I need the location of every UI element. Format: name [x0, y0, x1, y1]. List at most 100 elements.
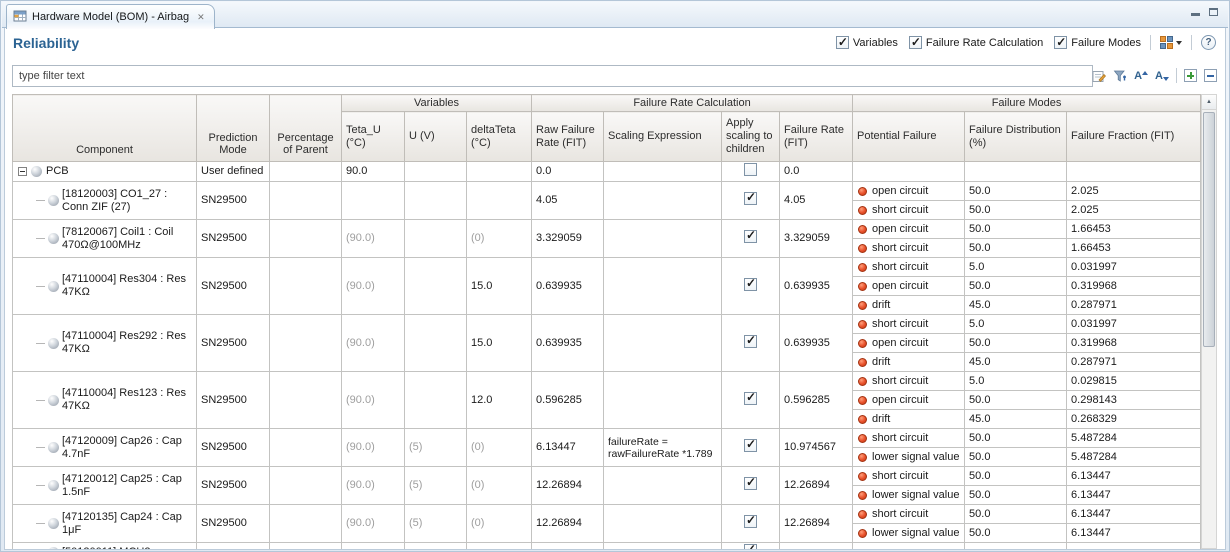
cell-failure-rate: 4.05 — [780, 182, 853, 220]
checkbox-icon[interactable] — [836, 36, 849, 49]
column-header-teta-u-c[interactable]: Teta_U (°C) — [342, 112, 405, 162]
restore-icon[interactable] — [1209, 8, 1218, 16]
vertical-scrollbar[interactable]: ▲ — [1201, 94, 1217, 549]
cell-percentage-of-parent — [270, 220, 342, 258]
cell-delta-teta: 15.0 — [467, 315, 532, 372]
column-header-apply-scaling-to-children[interactable]: Apply scaling to children — [722, 112, 780, 162]
checkbox-icon[interactable] — [909, 36, 922, 49]
potential-failure-label: open circuit — [872, 280, 928, 293]
cell-prediction-mode: SN29500 — [197, 372, 270, 429]
column-header-potential-failure[interactable]: Potential Failure — [853, 112, 965, 162]
tree-collapse-toggle[interactable] — [18, 167, 27, 176]
component-cell[interactable]: [47110004] Res292 : Res 47KΩ — [13, 315, 197, 372]
collapse-all-icon[interactable] — [1204, 69, 1217, 82]
column-header-failure-fraction-fit[interactable]: Failure Fraction (FIT) — [1067, 112, 1201, 162]
cell-failure-fraction: 5.487284 — [1067, 448, 1201, 467]
cell-teta-u: (90.0) — [342, 467, 405, 505]
cell-prediction-mode: SN29500 — [197, 315, 270, 372]
cell-potential-failure: lower signal value — [853, 524, 965, 543]
cell-apply-scaling — [722, 182, 780, 220]
expand-all-icon[interactable] — [1184, 69, 1197, 82]
editor-tab[interactable]: Hardware Model (BOM) - Airbag ✕ — [6, 4, 215, 29]
view-toggle-variables[interactable]: Variables — [836, 36, 898, 49]
table-edit-icon[interactable] — [1092, 69, 1106, 83]
table-row: [47120135] Cap24 : Cap 1μFSN29500(90.0)(… — [13, 505, 1201, 524]
column-header-percentage-of-parent[interactable]: Percentage of Parent — [270, 95, 342, 162]
scroll-up-icon[interactable]: ▲ — [1202, 95, 1216, 110]
apply-scaling-checkbox[interactable] — [744, 515, 757, 528]
cell-scaling-expression — [604, 220, 722, 258]
cell-raw-failure-rate — [532, 543, 604, 550]
view-menu-icon[interactable] — [1160, 36, 1182, 49]
column-header-scaling-expression[interactable]: Scaling Expression — [604, 112, 722, 162]
cell-raw-failure-rate: 0.639935 — [532, 315, 604, 372]
cell-raw-failure-rate: 4.05 — [532, 182, 604, 220]
cell-failure-rate: 0.596285 — [780, 372, 853, 429]
apply-scaling-checkbox[interactable] — [744, 278, 757, 291]
cell-failure-fraction: 0.287971 — [1067, 353, 1201, 372]
filter-icon[interactable] — [1113, 69, 1127, 83]
cell-apply-scaling — [722, 467, 780, 505]
column-header-failure-rate-fit[interactable]: Failure Rate (FIT) — [780, 112, 853, 162]
checkbox-icon[interactable] — [1054, 36, 1067, 49]
view-toggle-failure-rate-calculation[interactable]: Failure Rate Calculation — [909, 36, 1043, 49]
component-cell[interactable]: [18120003] CO1_27 : Conn ZIF (27) — [13, 182, 197, 220]
minimize-icon[interactable] — [1191, 7, 1200, 16]
failure-mode-icon — [858, 510, 867, 519]
tree-line-icon — [36, 343, 45, 344]
apply-scaling-checkbox[interactable] — [744, 439, 757, 452]
cell-teta-u: (90.0) — [342, 429, 405, 467]
increase-font-icon[interactable]: A — [1134, 70, 1148, 82]
cell-prediction-mode: User defined — [197, 162, 270, 182]
cell-failure-fraction: 0.287971 — [1067, 296, 1201, 315]
component-cell[interactable]: [47110004] Res304 : Res 47KΩ — [13, 258, 197, 315]
component-cell[interactable]: [78120067] Coil1 : Coil 470Ω@100MHz — [13, 220, 197, 258]
cell-potential-failure: drift — [853, 296, 965, 315]
failure-mode-icon — [858, 206, 867, 215]
apply-scaling-checkbox[interactable] — [744, 335, 757, 348]
potential-failure-label: open circuit — [872, 394, 928, 407]
apply-scaling-checkbox[interactable] — [744, 192, 757, 205]
apply-scaling-checkbox[interactable] — [744, 544, 757, 549]
column-header-failure-distribution[interactable]: Failure Distribution (%) — [965, 112, 1067, 162]
apply-scaling-checkbox[interactable] — [744, 163, 757, 176]
cell-failure-distribution: 50.0 — [965, 277, 1067, 296]
component-cell[interactable]: PCB — [13, 162, 197, 182]
cell-delta-teta: (0) — [467, 467, 532, 505]
component-cell[interactable]: [50120011] MCU2 : — [13, 543, 197, 550]
component-cell[interactable]: [47120012] Cap25 : Cap 1.5nF — [13, 467, 197, 505]
cell-percentage-of-parent — [270, 429, 342, 467]
potential-failure-label: open circuit — [872, 185, 928, 198]
column-header-component[interactable]: Component — [13, 95, 197, 162]
cell-apply-scaling — [722, 315, 780, 372]
help-icon[interactable]: ? — [1201, 35, 1216, 50]
view-toggle-failure-modes[interactable]: Failure Modes — [1054, 36, 1141, 49]
column-header-raw-failure-rate-fit[interactable]: Raw Failure Rate (FIT) — [532, 112, 604, 162]
failure-mode-icon — [858, 415, 867, 424]
apply-scaling-checkbox[interactable] — [744, 392, 757, 405]
decrease-font-icon[interactable]: A — [1155, 70, 1169, 82]
component-cell[interactable]: [47110004] Res123 : Res 47KΩ — [13, 372, 197, 429]
column-header-u-v[interactable]: U (V) — [405, 112, 467, 162]
component-cell[interactable]: [47120135] Cap24 : Cap 1μF — [13, 505, 197, 543]
cell-apply-scaling — [722, 220, 780, 258]
scrollbar-thumb[interactable] — [1203, 112, 1215, 347]
group-header-variables: Variables — [342, 95, 532, 112]
column-header-deltateta-c[interactable]: deltaTeta (°C) — [467, 112, 532, 162]
cell-scaling-expression — [604, 182, 722, 220]
component-name: [47120012] Cap25 : Cap 1.5nF — [62, 473, 194, 499]
cell-percentage-of-parent — [270, 315, 342, 372]
apply-scaling-checkbox[interactable] — [744, 230, 757, 243]
cell-failure-fraction: 1.66453 — [1067, 220, 1201, 239]
tab-close-icon[interactable]: ✕ — [197, 13, 205, 22]
component-cell[interactable]: [47120009] Cap26 : Cap 4.7nF — [13, 429, 197, 467]
failure-mode-icon — [858, 472, 867, 481]
apply-scaling-checkbox[interactable] — [744, 477, 757, 490]
potential-failure-label: short circuit — [872, 204, 928, 217]
cell-failure-distribution: 45.0 — [965, 410, 1067, 429]
failure-mode-icon — [858, 434, 867, 443]
filter-input[interactable] — [12, 65, 1093, 87]
column-header-prediction-mode[interactable]: Prediction Mode — [197, 95, 270, 162]
cell-prediction-mode: SN29500 — [197, 429, 270, 467]
cell-failure-rate: 10.974567 — [780, 429, 853, 467]
